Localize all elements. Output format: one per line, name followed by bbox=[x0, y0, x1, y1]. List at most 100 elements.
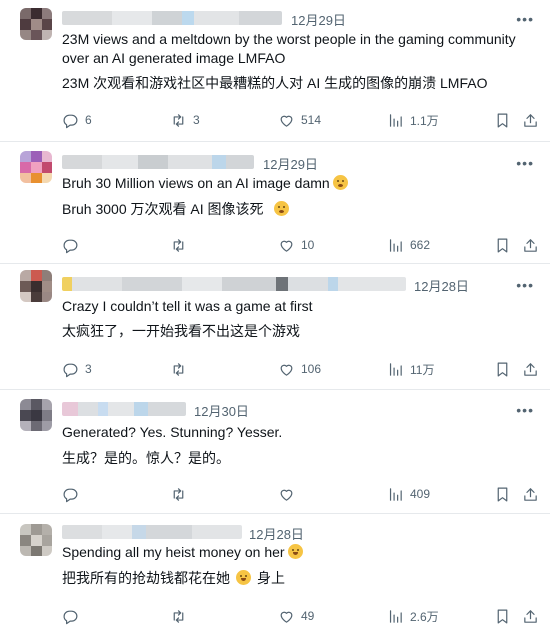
reply-button[interactable] bbox=[62, 484, 85, 504]
like-button[interactable] bbox=[278, 484, 301, 504]
post-date[interactable]: 12月30日 bbox=[194, 401, 249, 420]
avatar[interactable] bbox=[20, 399, 52, 431]
views-button[interactable]: 11万 bbox=[387, 359, 434, 379]
share-button[interactable] bbox=[522, 110, 539, 130]
bookmark-icon bbox=[497, 609, 508, 623]
reply-icon bbox=[63, 610, 78, 624]
action-bar: 409 bbox=[62, 484, 542, 504]
views-button[interactable]: 2.6万 bbox=[387, 606, 439, 626]
post-translation: 生成？是的。惊人？是的。 bbox=[62, 450, 230, 466]
reply-count: 6 bbox=[85, 113, 92, 127]
action-bar: 10 662 bbox=[62, 235, 542, 255]
views-button[interactable]: 1.1万 bbox=[387, 110, 439, 130]
repost-icon bbox=[173, 238, 184, 252]
action-bar: 3 106 11万 bbox=[62, 359, 542, 379]
reply-button[interactable] bbox=[62, 235, 85, 255]
astonished-face-emoji bbox=[332, 175, 348, 190]
avatar[interactable] bbox=[20, 151, 52, 183]
bookmark-button[interactable] bbox=[494, 484, 511, 504]
reply-post[interactable]: 12月29日 ••• Bruh 30 Million views on an A… bbox=[0, 142, 550, 264]
like-button[interactable]: 49 bbox=[278, 606, 314, 626]
avatar[interactable] bbox=[20, 524, 52, 556]
username-redacted[interactable] bbox=[62, 402, 186, 416]
reply-post[interactable]: 12月28日 ••• Crazy I couldn’t tell it was … bbox=[0, 264, 550, 390]
views-count: 409 bbox=[410, 487, 431, 501]
bookmark-icon bbox=[497, 487, 508, 501]
repost-icon bbox=[173, 362, 184, 376]
share-button[interactable] bbox=[522, 359, 539, 379]
like-button[interactable]: 10 bbox=[278, 235, 314, 255]
repost-button[interactable] bbox=[170, 606, 193, 626]
repost-count: 3 bbox=[193, 113, 200, 127]
like-count: 49 bbox=[301, 609, 315, 623]
heart-icon bbox=[280, 240, 293, 252]
reply-post[interactable]: 12月30日 ••• Generated? Yes. Stunning? Yes… bbox=[0, 390, 550, 514]
post-date[interactable]: 12月29日 bbox=[291, 10, 346, 29]
more-icon[interactable]: ••• bbox=[516, 278, 534, 292]
reply-button[interactable] bbox=[62, 606, 85, 626]
like-count: 10 bbox=[301, 238, 315, 252]
share-icon bbox=[524, 487, 537, 501]
repost-button[interactable]: 3 bbox=[170, 110, 200, 130]
views-count: 2.6万 bbox=[410, 609, 439, 624]
like-count: 514 bbox=[301, 113, 322, 127]
post-translation: 23M 次观看和游戏社区中最糟糕的人对 AI 生成的图像的崩溃 LMFAO bbox=[62, 75, 488, 91]
post-translation: Bruh 3000 万次观看 AI 图像该死 bbox=[62, 200, 530, 219]
heart-icon bbox=[280, 115, 293, 127]
reply-feed: 12月29日 ••• 23M views and a meltdown by t… bbox=[0, 0, 550, 638]
username-redacted[interactable] bbox=[62, 155, 254, 169]
smiling-face-emoji bbox=[287, 544, 303, 559]
post-date[interactable]: 12月28日 bbox=[249, 524, 304, 543]
reply-post[interactable]: 12月28日 Spending all my heist money on he… bbox=[0, 514, 550, 638]
heart-icon bbox=[280, 364, 293, 376]
avatar[interactable] bbox=[20, 8, 52, 40]
more-icon[interactable]: ••• bbox=[516, 156, 534, 170]
reply-count: 3 bbox=[85, 362, 92, 376]
post-text: Bruh 30 Million views on an AI image dam… bbox=[62, 174, 530, 193]
like-count: 106 bbox=[301, 362, 322, 376]
reply-button[interactable]: 6 bbox=[62, 110, 92, 130]
smiling-face-emoji bbox=[236, 570, 251, 585]
bookmark-icon bbox=[497, 113, 508, 127]
share-icon bbox=[524, 113, 537, 127]
views-button[interactable]: 662 bbox=[387, 235, 430, 255]
views-count: 1.1万 bbox=[410, 113, 439, 128]
views-icon bbox=[389, 609, 402, 623]
bookmark-button[interactable] bbox=[494, 110, 511, 130]
share-button[interactable] bbox=[522, 484, 539, 504]
reply-post[interactable]: 12月29日 ••• 23M views and a meltdown by t… bbox=[0, 0, 550, 142]
views-icon bbox=[389, 113, 402, 127]
share-icon bbox=[524, 362, 537, 376]
repost-button[interactable] bbox=[170, 235, 193, 255]
reply-icon bbox=[63, 239, 78, 253]
post-date[interactable]: 12月29日 bbox=[263, 154, 318, 173]
repost-icon bbox=[173, 487, 184, 501]
repost-button[interactable] bbox=[170, 484, 193, 504]
username-redacted[interactable] bbox=[62, 277, 406, 291]
more-icon[interactable]: ••• bbox=[516, 403, 534, 417]
like-button[interactable]: 514 bbox=[278, 110, 321, 130]
views-button[interactable]: 409 bbox=[387, 484, 430, 504]
share-button[interactable] bbox=[522, 606, 539, 626]
share-icon bbox=[524, 609, 537, 623]
avatar[interactable] bbox=[20, 270, 52, 302]
post-text: Crazy I couldn’t tell it was a game at f… bbox=[62, 298, 313, 314]
views-icon bbox=[389, 487, 402, 501]
post-date[interactable]: 12月28日 bbox=[414, 276, 469, 295]
bookmark-button[interactable] bbox=[494, 235, 511, 255]
repost-button[interactable] bbox=[170, 359, 193, 379]
reply-button[interactable]: 3 bbox=[62, 359, 92, 379]
post-translation: 太疯狂了，一开始我看不出这是个游戏 bbox=[62, 323, 300, 339]
views-count: 11万 bbox=[410, 362, 435, 377]
heart-icon bbox=[280, 611, 293, 623]
views-icon bbox=[389, 362, 402, 376]
bookmark-button[interactable] bbox=[494, 359, 511, 379]
username-redacted[interactable] bbox=[62, 525, 242, 539]
more-icon[interactable]: ••• bbox=[516, 12, 534, 26]
bookmark-button[interactable] bbox=[494, 606, 511, 626]
share-button[interactable] bbox=[522, 235, 539, 255]
repost-icon bbox=[173, 113, 184, 127]
username-redacted[interactable] bbox=[62, 11, 282, 25]
views-icon bbox=[389, 238, 402, 252]
like-button[interactable]: 106 bbox=[278, 359, 321, 379]
